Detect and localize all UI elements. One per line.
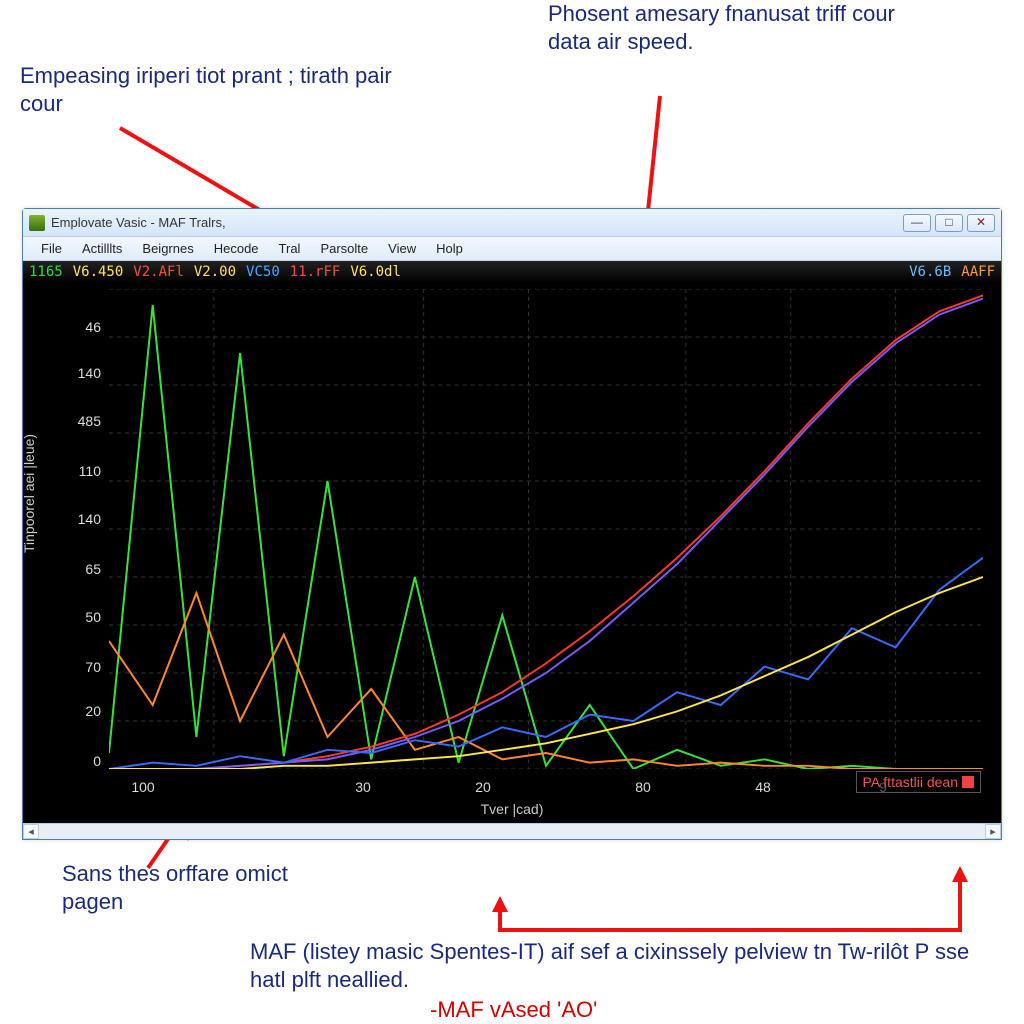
- menu-beigrnes[interactable]: Beigrnes: [132, 239, 203, 258]
- x-axis-label: Tver |cad): [481, 801, 544, 817]
- annotation-top-right: Phosent amesary fnanusat triff cour data…: [548, 0, 928, 55]
- plot-svg: [109, 289, 983, 769]
- status-v4: VC50: [246, 264, 280, 280]
- y-tick: 485: [69, 413, 101, 429]
- menubar: File Actilllts Beigrnes Hecode Tral Pars…: [23, 237, 1001, 261]
- x-tick: 20: [475, 779, 491, 795]
- status-v1: V6.450: [73, 264, 124, 280]
- series-red-curve: [109, 295, 983, 769]
- annotation-top-left: Empeasing iriperi tiot prant ; tirath pa…: [20, 62, 440, 117]
- close-button[interactable]: ✕: [967, 214, 995, 232]
- titlebar[interactable]: Emplovate Vasic - MAF Tralrs, — □ ✕: [23, 209, 1001, 237]
- status-v2: V2.AFl: [133, 264, 184, 280]
- menu-tral[interactable]: Tral: [269, 239, 311, 258]
- y-tick: 20: [69, 703, 101, 719]
- status-v5: 11.rFF: [290, 264, 341, 280]
- menu-hecode[interactable]: Hecode: [204, 239, 269, 258]
- menu-actilllts[interactable]: Actilllts: [72, 239, 132, 258]
- annotation-bottom-left: Sans thes orffare omict pagen: [62, 860, 322, 915]
- maximize-button[interactable]: □: [935, 214, 963, 232]
- minimize-button[interactable]: —: [903, 214, 931, 232]
- y-tick: 65: [69, 561, 101, 577]
- status-v0: 1165: [29, 264, 63, 280]
- annotation-bottom-caption: MAF (listey masic Spentes-IT) aif sef a …: [250, 938, 970, 993]
- plot-canvas: [109, 289, 983, 769]
- app-window: Emplovate Vasic - MAF Tralrs, — □ ✕ File…: [22, 208, 1002, 840]
- x-tick: 48: [755, 779, 771, 795]
- y-axis-label: Tinpoorel aei |leue): [21, 434, 37, 553]
- y-tick: 140: [69, 511, 101, 527]
- y-tick: 110: [69, 463, 101, 479]
- window-title: Emplovate Vasic - MAF Tralrs,: [51, 215, 226, 230]
- x-tick: 80: [635, 779, 651, 795]
- series-green-spikes: [109, 305, 983, 769]
- y-tick: 0: [69, 753, 101, 769]
- y-tick: 50: [69, 609, 101, 625]
- series-purple-curve: [109, 299, 983, 769]
- status-r0: V6.6B: [909, 264, 951, 280]
- x-tick: 100: [131, 779, 154, 795]
- menu-parsolte[interactable]: Parsolte: [310, 239, 378, 258]
- horizontal-scrollbar[interactable]: ◂ ▸: [23, 823, 1001, 839]
- app-icon: [29, 215, 45, 231]
- y-tick: 70: [69, 659, 101, 675]
- y-tick: 140: [69, 365, 101, 381]
- legend[interactable]: PA fttastlii dean: [856, 771, 981, 793]
- annotation-bottom-red: -MAF vAsed 'AO': [430, 996, 597, 1024]
- status-strip: 1165 V6.450 V2.AFl V2.00 VC50 11.rFF V6.…: [23, 261, 1001, 283]
- legend-label: PA fttastlii dean: [863, 774, 958, 790]
- x-tick: 30: [355, 779, 371, 795]
- scroll-left-button[interactable]: ◂: [23, 824, 39, 839]
- scroll-right-button[interactable]: ▸: [985, 824, 1001, 839]
- chart-area[interactable]: Tinpoorel aei |leue) Tver |cad) 0 20 70 …: [23, 283, 1001, 823]
- legend-swatch-icon: [962, 776, 974, 788]
- menu-holp[interactable]: Holp: [426, 239, 473, 258]
- status-v3: V2.00: [194, 264, 236, 280]
- status-v6: V6.0dl: [350, 264, 401, 280]
- y-tick: 46: [69, 319, 101, 335]
- menu-file[interactable]: File: [31, 239, 72, 258]
- menu-view[interactable]: View: [378, 239, 426, 258]
- status-r1: AAFF: [961, 264, 995, 280]
